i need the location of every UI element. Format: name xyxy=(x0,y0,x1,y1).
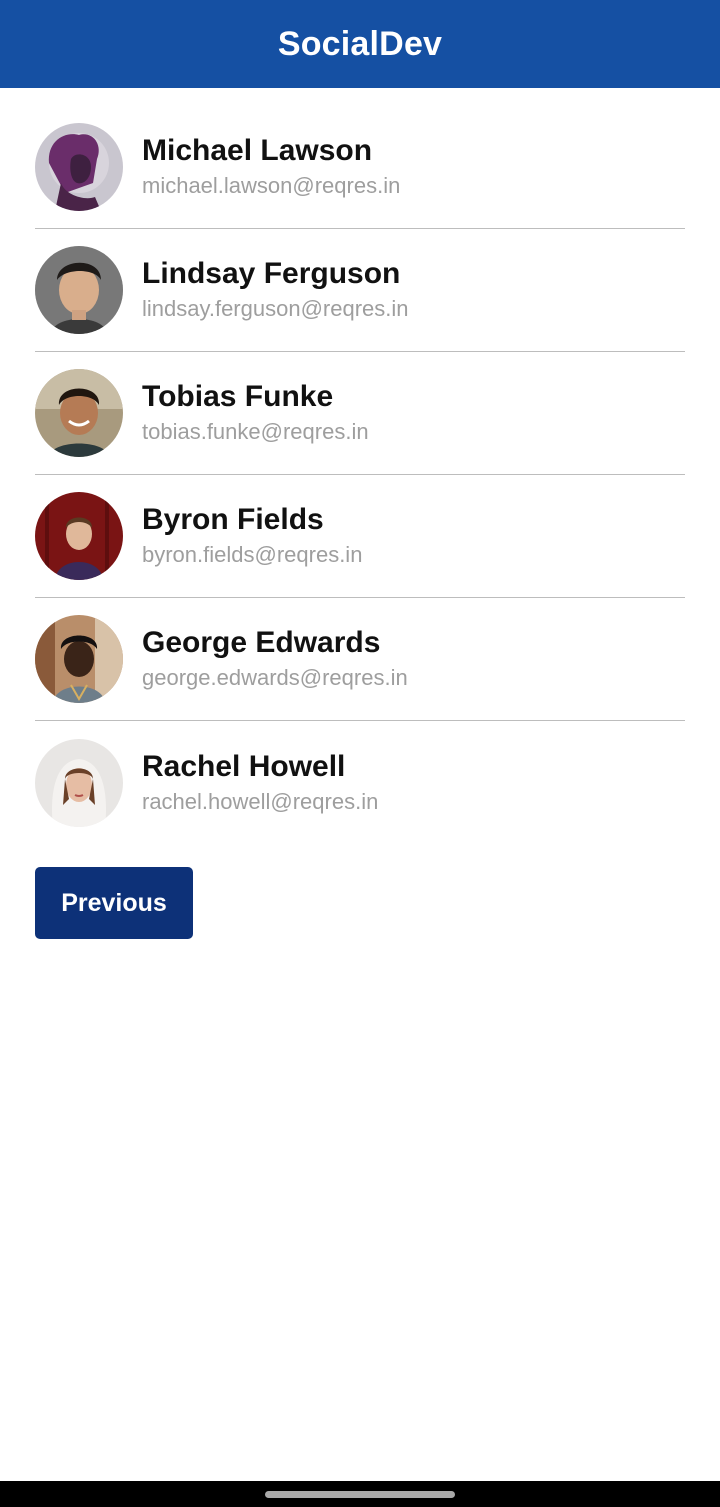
user-photo-icon xyxy=(35,738,123,827)
app-title: SocialDev xyxy=(277,24,443,63)
user-list-item[interactable]: Tobias Funke tobias.funke@reqres.in xyxy=(35,352,685,475)
user-name: Byron Fields xyxy=(142,503,324,536)
user-photo-icon xyxy=(35,492,123,580)
avatar xyxy=(35,123,123,211)
user-name: George Edwards xyxy=(142,626,381,659)
avatar xyxy=(35,615,123,703)
previous-button[interactable]: Previous xyxy=(35,867,193,939)
user-email: rachel.howell@reqres.in xyxy=(142,788,379,814)
user-name: Lindsay Ferguson xyxy=(142,257,401,290)
user-email: tobias.funke@reqres.in xyxy=(142,419,369,444)
user-photo-icon xyxy=(35,369,123,457)
avatar xyxy=(35,369,123,457)
avatar xyxy=(35,492,123,580)
app-screen: SocialDev Michael Lawson michael.lawson@… xyxy=(0,0,720,1507)
user-list-item[interactable]: Rachel Howell rachel.howell@reqres.in xyxy=(35,721,685,844)
user-email: michael.lawson@reqres.in xyxy=(142,173,401,198)
home-indicator[interactable] xyxy=(265,1491,455,1498)
user-list-item[interactable]: Michael Lawson michael.lawson@reqres.in xyxy=(35,106,685,229)
user-list-item[interactable]: Lindsay Ferguson lindsay.ferguson@reqres… xyxy=(35,229,685,352)
user-photo-icon xyxy=(35,615,123,703)
user-text: Michael Lawson michael.lawson@reqres.in xyxy=(142,133,400,201)
user-email: george.edwards@reqres.in xyxy=(142,665,408,690)
system-navigation-bar xyxy=(0,1481,720,1507)
user-list-item[interactable]: George Edwards george.edwards@reqres.in xyxy=(35,598,685,721)
user-name: Michael Lawson xyxy=(142,134,373,167)
user-photo-icon xyxy=(35,246,123,334)
user-list-item[interactable]: Byron Fields byron.fields@reqres.in xyxy=(35,475,685,598)
user-email: byron.fields@reqres.in xyxy=(142,542,363,567)
user-text: Tobias Funke tobias.funke@reqres.in xyxy=(142,379,369,447)
user-name: Rachel Howell xyxy=(142,749,346,783)
user-text: George Edwards george.edwards@reqres.in xyxy=(142,625,408,693)
avatar xyxy=(35,246,123,334)
user-name: Tobias Funke xyxy=(142,380,334,413)
user-email: lindsay.ferguson@reqres.in xyxy=(142,296,409,321)
user-text: Lindsay Ferguson lindsay.ferguson@reqres… xyxy=(142,256,409,324)
user-text: Byron Fields byron.fields@reqres.in xyxy=(142,502,362,570)
user-text: Rachel Howell rachel.howell@reqres.in xyxy=(142,749,378,817)
avatar xyxy=(35,738,123,827)
app-bar: SocialDev xyxy=(0,0,720,88)
user-photo-icon xyxy=(35,123,123,211)
user-list: Michael Lawson michael.lawson@reqres.in … xyxy=(35,106,685,844)
